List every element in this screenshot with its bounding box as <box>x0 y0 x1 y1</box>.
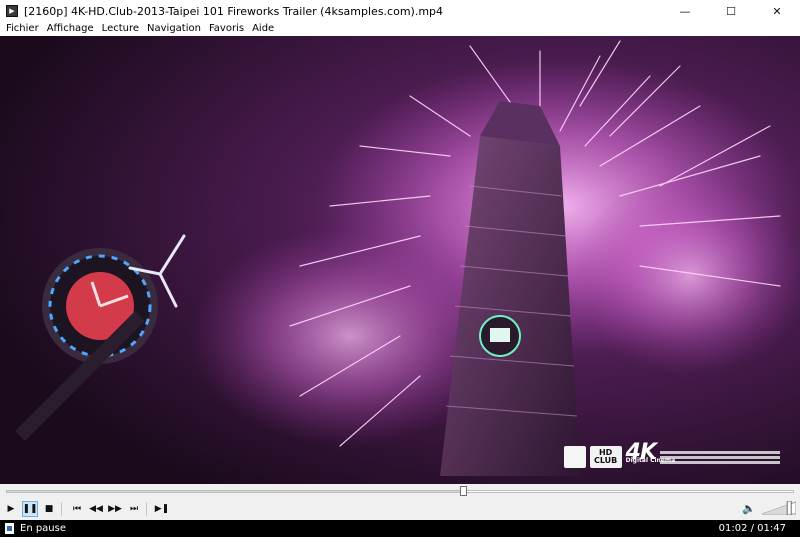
pause-button[interactable]: ❚❚ <box>22 501 38 517</box>
video-frame[interactable]: HD CLUB 4K Digital Cinema <box>0 36 800 484</box>
rewind-button[interactable]: ◀◀ <box>88 501 104 517</box>
4k-logo-subtitle: Digital Cinema <box>625 457 676 464</box>
video-image <box>0 36 800 484</box>
app-icon[interactable]: ▶ <box>6 5 18 17</box>
window-title: [2160p] 4K-HD.Club-2013-Taipei 101 Firew… <box>24 4 444 18</box>
menu-favoris[interactable]: Favoris <box>205 22 248 36</box>
title-bar: ▶ [2160p] 4K-HD.Club-2013-Taipei 101 Fir… <box>0 0 800 23</box>
menu-fichier[interactable]: Fichier <box>0 22 43 36</box>
status-bar: En pause 01:02 / 01:47 <box>0 520 800 537</box>
previous-button[interactable]: ⏮ <box>69 501 85 517</box>
menu-lecture[interactable]: Lecture <box>98 22 143 36</box>
4k-logo: 4K Digital Cinema <box>626 442 676 470</box>
seal-logo <box>563 446 586 468</box>
volume-slider[interactable] <box>762 501 796 515</box>
volume-control: 🔈 <box>742 501 796 515</box>
seek-thumb[interactable] <box>460 486 468 496</box>
video-watermark: HD CLUB 4K Digital Cinema <box>563 442 780 470</box>
hd-club-logo: HD CLUB <box>589 446 622 468</box>
toolbar-separator <box>61 502 62 516</box>
toolbar-separator <box>146 502 147 516</box>
seek-bar[interactable] <box>0 484 800 498</box>
menu-affichage[interactable]: Affichage <box>43 22 98 36</box>
menu-aide[interactable]: Aide <box>248 22 278 36</box>
next-button[interactable]: ⏭ <box>126 501 142 517</box>
menu-navigation[interactable]: Navigation <box>143 22 205 36</box>
speaker-icon[interactable]: 🔈 <box>742 502 756 515</box>
minimize-button[interactable]: — <box>662 0 708 22</box>
fast-forward-button[interactable]: ▶▶ <box>107 501 123 517</box>
playback-toolbar: ▶ ❚❚ ■ ⏮ ◀◀ ▶▶ ⏭ ▶❚ 🔈 <box>0 498 800 520</box>
playback-state: En pause <box>20 523 67 534</box>
stop-button[interactable]: ■ <box>41 501 57 517</box>
close-button[interactable]: ✕ <box>754 0 800 22</box>
frame-step-button[interactable]: ▶❚ <box>154 501 170 517</box>
menu-bar: Fichier Affichage Lecture Navigation Fav… <box>0 22 800 36</box>
time-display: 01:02 / 01:47 <box>718 523 786 534</box>
play-button[interactable]: ▶ <box>3 501 19 517</box>
spec-lines <box>660 450 780 464</box>
seek-track[interactable] <box>6 490 794 493</box>
document-icon <box>5 523 14 534</box>
seek-progress <box>7 491 463 492</box>
maximize-button[interactable]: ☐ <box>708 0 754 22</box>
